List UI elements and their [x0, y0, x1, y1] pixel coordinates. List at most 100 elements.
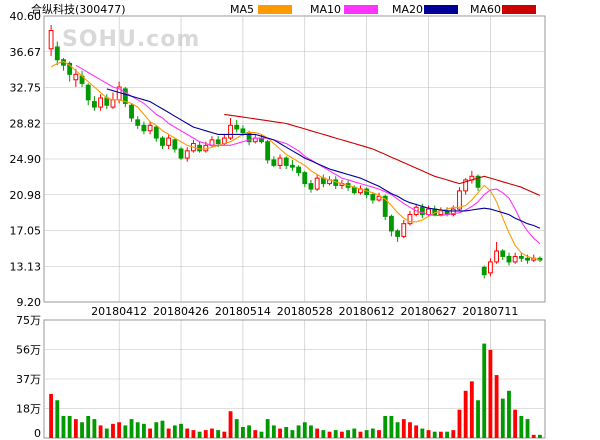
volume-bar — [395, 422, 400, 438]
volume-bar — [438, 431, 443, 438]
candle-body — [240, 128, 246, 134]
volume-bar — [525, 419, 530, 438]
volume-bar — [61, 415, 66, 438]
volume-bar — [67, 415, 72, 438]
volume-bar — [531, 434, 536, 438]
volume-bar — [290, 430, 295, 438]
volume-bar — [222, 431, 227, 438]
volume-bar — [476, 400, 480, 438]
volume-bar — [185, 428, 190, 438]
volume-bar — [98, 425, 103, 438]
volume-bar — [389, 415, 394, 438]
x-tick-label: 20180412 — [91, 305, 147, 318]
volume-bar — [259, 431, 264, 438]
legend-ma10-swatch — [344, 5, 378, 14]
chart-title: 合纵科技(300477) — [31, 2, 126, 16]
volume-bar — [457, 409, 462, 438]
volume-bar — [408, 422, 412, 438]
candle-body — [73, 73, 79, 81]
volume-tick-label: 0 — [34, 427, 41, 440]
volume-bar — [309, 425, 313, 438]
legend-ma10-label: MA10 — [310, 3, 341, 16]
candle-body — [494, 250, 500, 263]
volume-bar — [426, 430, 431, 438]
candle-body — [395, 230, 401, 237]
candle-body — [141, 124, 147, 132]
volume-bar — [172, 425, 177, 438]
volume-bar — [179, 423, 183, 438]
price-tick-label: 9.20 — [17, 296, 42, 309]
candle-body — [487, 261, 493, 274]
volume-bar — [92, 419, 97, 438]
volume-bar — [358, 431, 363, 438]
volume-bar — [519, 415, 524, 438]
price-tick-label: 17.05 — [10, 225, 42, 238]
volume-bar — [104, 428, 109, 438]
volume-bar — [420, 428, 425, 438]
candle-body — [98, 97, 104, 108]
volume-bar — [135, 422, 140, 438]
candle-body — [506, 255, 512, 263]
volume-bar — [377, 430, 381, 438]
candle-body — [481, 266, 487, 276]
volume-bar — [488, 349, 493, 438]
volume-bar — [203, 430, 208, 438]
candle-body — [314, 177, 320, 190]
volume-bar — [500, 398, 505, 438]
volume-bar — [333, 430, 338, 438]
candle-body — [153, 126, 159, 139]
volume-bar — [240, 426, 245, 438]
price-tick-label: 36.67 — [10, 46, 42, 59]
candle-body — [500, 250, 506, 257]
volume-bar — [278, 428, 282, 438]
volume-bar — [197, 431, 202, 438]
candle-body — [277, 157, 283, 166]
volume-tick-label: 37万 — [16, 373, 41, 386]
volume-bar — [463, 390, 468, 438]
volume-bar — [432, 431, 437, 438]
candle-body — [54, 46, 60, 61]
volume-bar — [247, 425, 252, 438]
x-tick-label: 20180711 — [462, 305, 518, 318]
candle-body — [376, 195, 382, 201]
volume-tick-label: 18万 — [16, 403, 41, 416]
volume-bar — [73, 419, 78, 438]
volume-bar — [86, 415, 91, 438]
volume-bar — [352, 428, 357, 438]
candles — [48, 25, 543, 279]
volume-bar — [141, 423, 146, 438]
x-tick-label: 20180612 — [339, 305, 395, 318]
candle-body — [160, 137, 165, 146]
volume-bar — [401, 419, 406, 438]
legend-ma20-label: MA20 — [392, 3, 423, 16]
candle-body — [512, 255, 518, 263]
candle-body — [308, 183, 314, 190]
volume-bar — [117, 422, 122, 438]
volume-bar — [129, 419, 134, 438]
volume-bar — [482, 343, 487, 438]
volume-axis: 75万 56万 37万 18万 0 — [16, 314, 41, 440]
price-tick-label: 28.82 — [10, 117, 42, 130]
candle-body — [166, 137, 172, 146]
candle-body — [370, 194, 376, 201]
volume-bar — [265, 419, 270, 438]
volume-bar — [383, 415, 388, 438]
volume-bar — [271, 425, 276, 438]
candle-body — [228, 124, 233, 139]
candle-body — [85, 84, 91, 101]
price-grid — [44, 16, 545, 438]
volume-bar — [302, 422, 307, 438]
legend-ma20-swatch — [424, 5, 458, 14]
candle-body — [234, 124, 240, 130]
volume-bar — [339, 431, 344, 438]
volume-bar — [315, 428, 320, 438]
legend-ma60-swatch — [502, 5, 536, 14]
price-tick-label: 13.13 — [10, 260, 42, 273]
watermark: SOHU.com — [62, 27, 200, 52]
volume-bar — [166, 428, 171, 438]
volume-bar — [148, 428, 153, 438]
volume-bar — [364, 430, 369, 438]
x-tick-label: 20180627 — [401, 305, 457, 318]
legend-ma60-label: MA60 — [470, 3, 501, 16]
candle-body — [289, 164, 295, 168]
